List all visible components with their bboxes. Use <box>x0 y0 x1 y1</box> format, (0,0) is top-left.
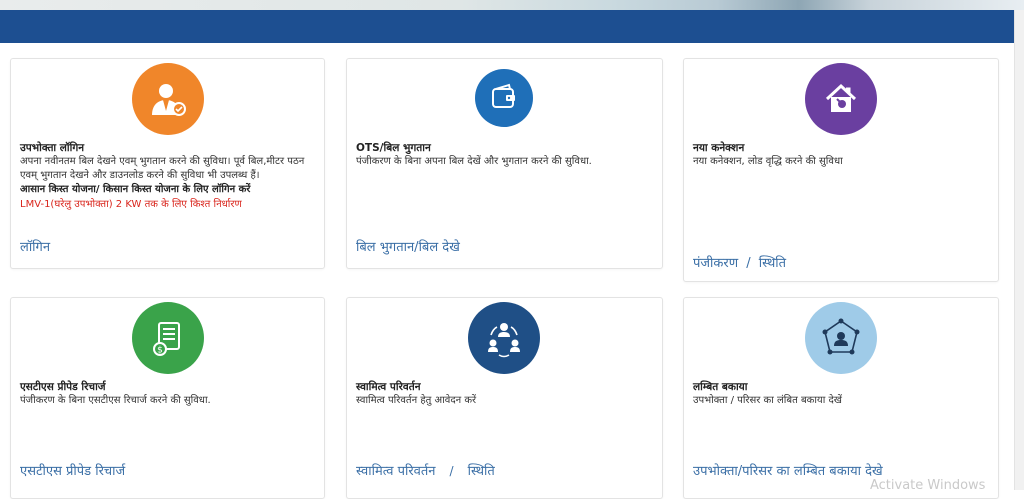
card-description: उपभोक्ता / परिसर का लंबित बकाया देखें <box>693 395 842 406</box>
ownership-transfer-link[interactable]: स्वामित्व परिवर्तन <box>356 464 436 479</box>
card-title: नया कनेक्शन <box>693 142 745 154</box>
link-separator: / <box>746 256 751 271</box>
pending-dues-network-icon <box>805 302 877 374</box>
svg-text:$: $ <box>157 346 163 356</box>
card-desc-text: अपना नवीनतम बिल देखने एवम् भुगतान करने क… <box>20 156 305 181</box>
card-ownership-transfer: स्वामित्व परिवर्तन स्वामित्व परिवर्तन हे… <box>346 297 663 499</box>
wallet-icon <box>475 69 533 127</box>
ownership-transfer-links: स्वामित्व परिवर्तन / स्थिति <box>356 461 495 479</box>
card-description: स्वामित्व परिवर्तन हेतु आवेदन करें <box>356 395 477 406</box>
login-link[interactable]: लॉगिन <box>20 237 50 255</box>
activate-windows-watermark: Activate Windows <box>870 478 986 493</box>
card-title: लम्बित बकाया <box>693 381 748 393</box>
bill-payment-link[interactable]: बिल भुगतान/बिल देखे <box>356 237 460 255</box>
card-title: उपभोक्ता लॉगिन <box>20 142 85 154</box>
card-description: नया कनेक्शन, लोड वृद्धि करने की सुविधा <box>693 156 843 167</box>
consumer-login-icon <box>132 63 204 135</box>
card-title: OTS/बिल भुगतान <box>356 142 431 154</box>
page-scrollbar[interactable] <box>1014 10 1024 490</box>
card-description: पंजीकरण के बिना अपना बिल देखें और भुगतान… <box>356 156 592 167</box>
card-title: एसटीएस प्रीपेड रिचार्ज <box>20 381 106 393</box>
new-connection-house-icon <box>805 63 877 135</box>
status-link[interactable]: स्थिति <box>468 464 495 479</box>
card-consumer-login: उपभोक्ता लॉगिन अपना नवीनतम बिल देखने एवम… <box>10 58 325 269</box>
new-connection-links: पंजीकरण / स्थिति <box>693 253 786 271</box>
status-link[interactable]: स्थिति <box>759 256 786 271</box>
header-blue-bar <box>0 10 1015 43</box>
prepaid-recharge-link[interactable]: एसटीएस प्रीपेड रिचार्ज <box>20 461 125 479</box>
installment-scheme-text: आसान किस्त योजना/ किसान किस्त योजना के ल… <box>20 184 251 195</box>
card-new-connection: नया कनेक्शन नया कनेक्शन, लोड वृद्धि करने… <box>683 58 999 282</box>
prepaid-document-icon: $ <box>132 302 204 374</box>
card-description: पंजीकरण के बिना एसटीएस रिचार्ज करने की स… <box>20 395 211 406</box>
card-title: स्वामित्व परिवर्तन <box>356 381 421 393</box>
registration-link[interactable]: पंजीकरण <box>693 256 738 271</box>
pending-dues-link[interactable]: उपभोक्ता/परिसर का लम्बित बकाया देखे <box>693 461 883 479</box>
card-description: अपना नवीनतम बिल देखने एवम् भुगतान करने क… <box>20 155 316 213</box>
card-pending-dues: लम्बित बकाया उपभोक्ता / परिसर का लंबित ब… <box>683 297 999 499</box>
link-separator: / <box>449 464 454 478</box>
card-prepaid-recharge: $ एसटीएस प्रीपेड रिचार्ज पंजीकरण के बिना… <box>10 297 325 499</box>
lmv1-installment-notice[interactable]: LMV-1(घरेलु उपभोक्ता) 2 KW तक के लिए किश… <box>20 197 316 213</box>
card-bill-payment: OTS/बिल भुगतान पंजीकरण के बिना अपना बिल … <box>346 58 663 269</box>
header-banner-image <box>0 0 1024 10</box>
ownership-transfer-icon <box>468 302 540 374</box>
